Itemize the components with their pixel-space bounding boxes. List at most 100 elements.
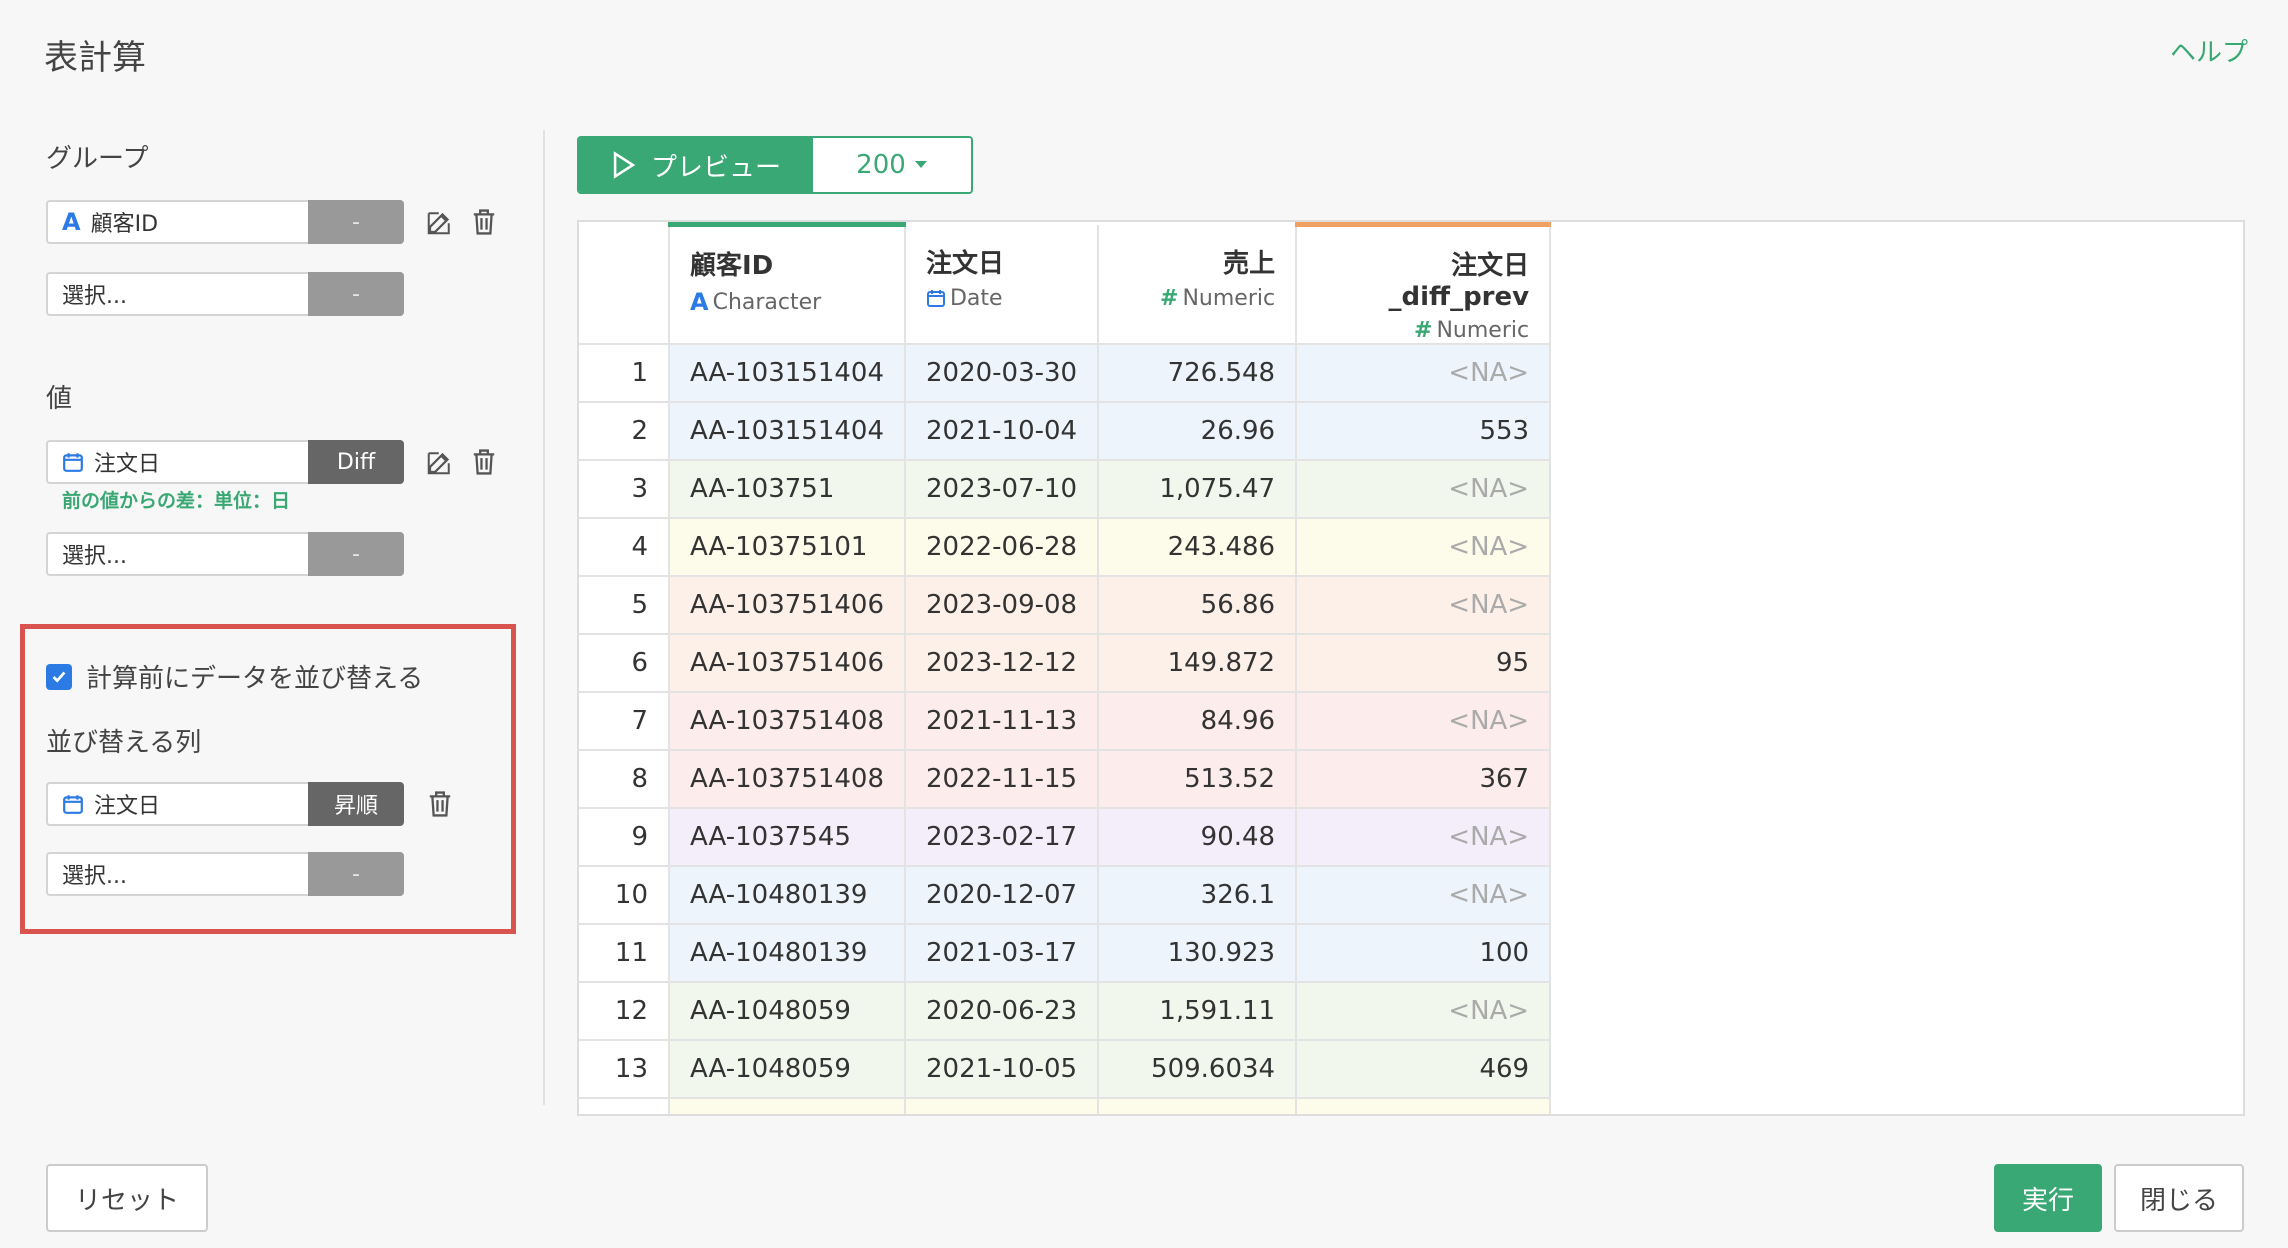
preview-count-dropdown[interactable]: 200 — [813, 138, 971, 192]
help-link[interactable]: ヘルプ — [2170, 32, 2248, 69]
cell-diff-prev: 469 — [1296, 1040, 1552, 1099]
group-op-button[interactable]: - — [308, 200, 404, 244]
dialog-title: 表計算 — [44, 38, 146, 78]
sort-column-select[interactable]: 注文日 — [46, 782, 308, 826]
value-column-select[interactable]: 注文日 — [46, 440, 308, 484]
column-type-label: Numeric — [1436, 318, 1530, 343]
table-row: 1 AA-103151404 2020-03-30 726.548 <NA> — [579, 344, 1552, 403]
value-row-1: 注文日 Diff — [46, 440, 404, 484]
sort-op-button-empty[interactable]: - — [308, 852, 404, 896]
cell-customer-id: AA-103751 — [669, 460, 906, 519]
group-column-name: 顧客ID — [90, 212, 159, 237]
table-row: 9 AA-1037545 2023-02-17 90.48 <NA> — [579, 808, 1552, 867]
run-button[interactable]: 実行 — [1994, 1164, 2102, 1232]
cell-diff-prev: 100 — [1296, 924, 1552, 983]
column-type: # Numeric — [1119, 286, 1275, 311]
column-type-label: Date — [949, 285, 1003, 311]
column-header-sales[interactable]: 売上 # Numeric — [1098, 224, 1298, 345]
cell-order-date: 2020-12-07 — [904, 866, 1100, 925]
column-name: 注文日_diff_prev — [1388, 251, 1530, 312]
row-number: 3 — [579, 460, 670, 519]
table-body: 1 AA-103151404 2020-03-30 726.548 <NA> 2 AA-10… — [579, 344, 1552, 1114]
group-column-select-empty[interactable]: 選択... — [46, 272, 308, 316]
sort-columns-label: 並び替える列 — [46, 728, 202, 758]
cell-diff-prev: 367 — [1296, 750, 1552, 809]
column-type: # Numeric — [1317, 318, 1529, 343]
cell-order-date: 2022-06-28 — [904, 518, 1100, 577]
value-op-button-empty[interactable]: - — [308, 532, 404, 576]
value-column-name: 注文日 — [94, 452, 161, 477]
row-number: 13 — [579, 1040, 670, 1099]
cell-diff-prev: <NA> — [1296, 576, 1552, 635]
preview-count: 200 — [856, 150, 906, 180]
trash-icon[interactable] — [468, 446, 500, 478]
sort-before-calc-option[interactable]: 計算前にデータを並び替える — [46, 658, 423, 695]
row-number: 11 — [579, 924, 670, 983]
group-row-1: A 顧客ID - — [46, 200, 404, 244]
cell-customer-id: AA-103751406 — [669, 576, 906, 635]
cell-customer-id: AA-10375101 — [669, 518, 906, 577]
table-row: 5 AA-103751406 2023-09-08 56.86 <NA> — [579, 576, 1552, 635]
cell-sales: 90.48 — [1098, 808, 1298, 867]
cell-customer-id: AA-1048059 — [669, 1040, 906, 1099]
cell-sales: 56.86 — [1098, 576, 1298, 635]
cell-diff-prev: <NA> — [1296, 1098, 1552, 1114]
sort-column-select-empty[interactable]: 選択... — [46, 852, 308, 896]
value-column-select-empty[interactable]: 選択... — [46, 532, 308, 576]
row-number: 12 — [579, 982, 670, 1041]
cell-customer-id: AA-103151404 — [669, 402, 906, 461]
cell-sales: 1,075.47 — [1098, 460, 1298, 519]
sort-checkbox[interactable] — [46, 663, 72, 690]
edit-icon[interactable] — [424, 446, 456, 478]
group-row-2: 選択... - — [46, 272, 404, 316]
calendar-icon — [926, 290, 945, 307]
trash-icon[interactable] — [424, 788, 456, 820]
column-header-order-date[interactable]: 注文日 Date — [904, 224, 1100, 345]
cell-sales: 26.96 — [1098, 402, 1298, 461]
cell-sales: 243.486 — [1098, 518, 1298, 577]
preview-table: 顧客ID A Character 注文日 Date 売上 # Numeric 注… — [579, 222, 1552, 1114]
column-type: Date — [926, 286, 1077, 311]
value-section-label: 値 — [46, 384, 73, 414]
cell-order-date: 2021-11-13 — [904, 692, 1100, 751]
trash-icon[interactable] — [468, 206, 500, 238]
diff-op-button[interactable]: Diff — [308, 440, 404, 484]
cell-customer-id: AA-10480139 — [669, 924, 906, 983]
cell-sales: 726.548 — [1098, 344, 1298, 403]
column-type-label: Character — [712, 289, 822, 315]
table-row: 14AA-106451392020-11-03143.085<NA> — [579, 1098, 1552, 1114]
numeric-icon: # — [1160, 285, 1179, 311]
table-row: 6 AA-103751406 2023-12-12 149.872 95 — [579, 634, 1552, 693]
calendar-icon — [62, 793, 84, 815]
preview-table-container[interactable]: 顧客ID A Character 注文日 Date 売上 # Numeric 注… — [577, 220, 2245, 1116]
cell-order-date: 2020-11-03 — [904, 1098, 1100, 1114]
column-name: 注文日 — [925, 248, 1004, 279]
cell-diff-prev: <NA> — [1296, 460, 1552, 519]
cell-order-date: 2021-10-05 — [904, 1040, 1100, 1099]
column-type: A Character — [690, 288, 884, 316]
column-header-diff-prev[interactable]: 注文日_diff_prev # Numeric — [1296, 222, 1552, 345]
cell-order-date: 2020-03-30 — [904, 344, 1100, 403]
close-button[interactable]: 閉じる — [2114, 1164, 2244, 1232]
table-row: 11 AA-10480139 2021-03-17 130.923 100 — [579, 924, 1552, 983]
preview-button[interactable]: プレビュー — [579, 138, 813, 192]
table-row: 2 AA-103151404 2021-10-04 26.96 553 — [579, 402, 1552, 461]
cell-customer-id: AA-103151404 — [669, 344, 906, 403]
character-icon: A — [690, 288, 709, 316]
group-op-button-empty[interactable]: - — [308, 272, 404, 316]
cell-order-date: 2021-03-17 — [904, 924, 1100, 983]
group-section-label: グループ — [46, 144, 149, 174]
cell-order-date: 2022-11-15 — [904, 750, 1100, 809]
cell-order-date: 2021-10-04 — [904, 402, 1100, 461]
group-column-select[interactable]: A 顧客ID — [46, 200, 308, 244]
cell-order-date: 2023-12-12 — [904, 634, 1100, 693]
cell-sales: 513.52 — [1098, 750, 1298, 809]
cell-sales: 84.96 — [1098, 692, 1298, 751]
cell-order-date: 2023-09-08 — [904, 576, 1100, 635]
column-header-customer-id[interactable]: 顧客ID A Character — [669, 222, 906, 345]
reset-button[interactable]: リセット — [46, 1164, 208, 1232]
edit-icon[interactable] — [424, 206, 456, 238]
table-row: 13 AA-1048059 2021-10-05 509.6034 469 — [579, 1040, 1552, 1099]
cell-diff-prev: 553 — [1296, 402, 1552, 461]
sort-order-button[interactable]: 昇順 — [308, 782, 404, 826]
